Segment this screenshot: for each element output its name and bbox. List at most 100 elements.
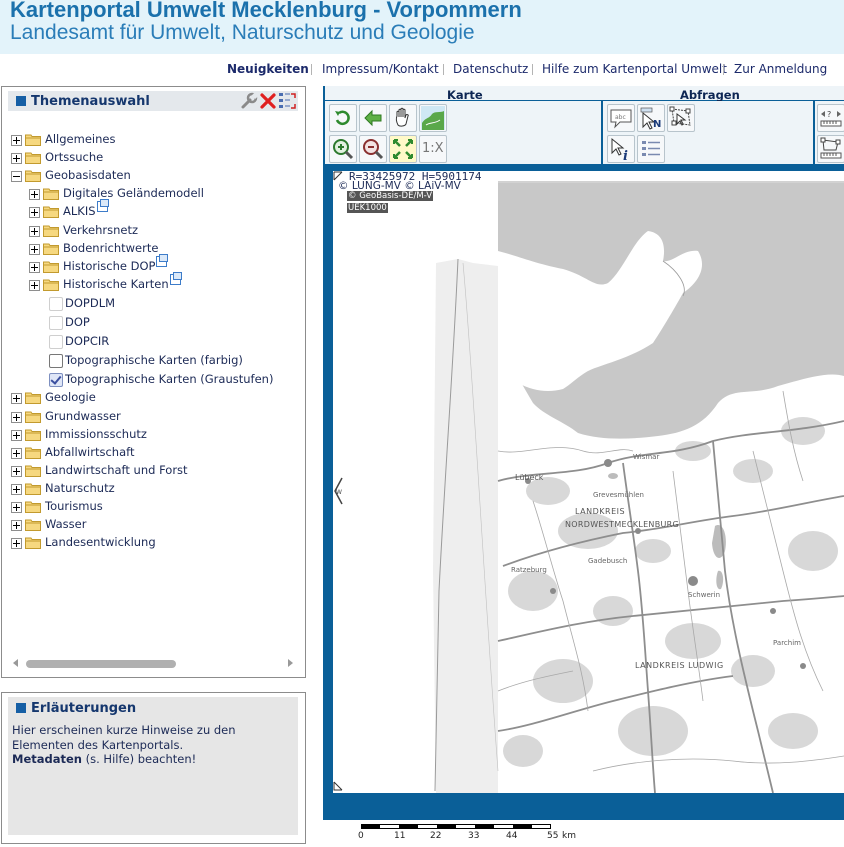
expand-icon[interactable]	[11, 520, 22, 532]
expand-icon[interactable]	[11, 502, 22, 513]
polygon-query-button[interactable]	[667, 104, 695, 132]
text-query-button[interactable]: abc	[607, 104, 635, 132]
nav-link-hilfe[interactable]: Hilfe zum Kartenportal Umwelt	[542, 62, 727, 76]
close-icon[interactable]	[259, 92, 277, 110]
full-extent-button[interactable]	[389, 135, 417, 163]
nav-link-impressum[interactable]: Impressum/Kontakt	[322, 62, 439, 76]
tree-item-label: Wasser	[45, 517, 87, 532]
zoom-in-button[interactable]	[329, 135, 357, 163]
tree-folder-item[interactable]: Geologie	[2, 389, 302, 407]
collapse-icon[interactable]	[11, 171, 22, 183]
tree-folder-item[interactable]: Landwirtschaft und Forst	[2, 462, 302, 480]
metadata-note: (s. Hilfe) beachten!	[81, 752, 197, 766]
tree-folder-item[interactable]: Immissionsschutz	[2, 426, 302, 444]
tree-folder-item[interactable]: Digitales Geländemodell	[2, 185, 302, 203]
tree-folder-item[interactable]: Wasser	[2, 516, 302, 534]
pan-button[interactable]	[389, 104, 417, 132]
panel-marker-icon	[16, 703, 26, 713]
layer-checkbox[interactable]	[49, 354, 63, 369]
wrench-icon[interactable]	[240, 92, 258, 110]
resize-corner-icon[interactable]	[333, 781, 343, 791]
expand-icon[interactable]	[29, 225, 40, 237]
expand-icon[interactable]	[11, 411, 22, 423]
expand-icon[interactable]	[29, 189, 40, 201]
scale-tick: 55	[547, 831, 559, 841]
identify-button[interactable]: i	[607, 135, 635, 164]
folder-icon	[25, 447, 41, 459]
tree-folder-item[interactable]: Allgemeines	[2, 131, 302, 149]
map-canvas[interactable]: W Lübeck LANDKREIS NORDWESTMECKLENBURG L…	[333, 171, 844, 793]
page-subtitle: Landesamt für Umwelt, Naturschutz und Ge…	[10, 21, 475, 44]
external-link-icon[interactable]	[169, 271, 182, 285]
map-label: Parchim	[773, 639, 801, 647]
tree-folder-item[interactable]: Grundwasser	[2, 408, 302, 426]
folder-icon	[25, 465, 41, 477]
map-label: Wismar	[633, 453, 660, 461]
expand-icon[interactable]	[29, 279, 40, 291]
tree-folder-item[interactable]: ALKIS	[2, 199, 302, 221]
tree-item-label: Geologie	[45, 390, 96, 405]
horizontal-scrollbar[interactable]	[10, 657, 298, 671]
layer-checkbox[interactable]	[49, 373, 63, 388]
refresh-map-button[interactable]	[329, 104, 357, 132]
tree-folder-item[interactable]: Abfallwirtschaft	[2, 444, 302, 462]
zoom-out-button[interactable]	[359, 135, 387, 163]
expand-icon[interactable]	[11, 447, 22, 459]
tree-folder-item[interactable]: Ortssuche	[2, 149, 302, 167]
expand-icon[interactable]	[29, 243, 40, 255]
svg-text:i: i	[623, 149, 628, 162]
tree-folder-item[interactable]: Tourismus	[2, 498, 302, 516]
expand-icon[interactable]	[11, 465, 22, 477]
scroll-right-icon[interactable]	[288, 659, 293, 667]
tree-layer-item[interactable]: DOP	[2, 314, 302, 332]
map-label: Grevesmühlen	[593, 491, 644, 499]
expand-icon[interactable]	[11, 153, 22, 165]
tree-folder-item[interactable]: Landesentwicklung	[2, 534, 302, 552]
expand-icon[interactable]	[29, 207, 40, 219]
scrollbar-thumb[interactable]	[26, 660, 176, 668]
map-label: Gadebusch	[588, 557, 628, 565]
scale-input-button[interactable]: 1:X	[419, 135, 447, 163]
nav-link-neuigkeiten[interactable]: Neuigkeiten	[227, 62, 309, 76]
map-image	[433, 181, 844, 793]
expand-icon[interactable]	[11, 393, 22, 405]
info-query-button[interactable]: N	[637, 104, 665, 132]
measure-button[interactable]: ?	[817, 104, 844, 132]
expand-icon[interactable]	[11, 538, 22, 550]
tree-layer-item[interactable]: DOPCIR	[2, 333, 302, 351]
toolbar-header-strip	[325, 86, 844, 100]
tree-item-label: Bodenrichtwerte	[63, 240, 159, 255]
tree-folder-item[interactable]: Bodenrichtwerte	[2, 240, 302, 258]
expand-icon[interactable]	[11, 483, 22, 495]
tree-folder-item[interactable]: Historische DOP	[2, 253, 302, 276]
external-link-icon[interactable]	[156, 253, 169, 267]
expand-icon[interactable]	[278, 92, 296, 110]
pan-left-arrow-icon[interactable]: W	[333, 476, 345, 506]
expand-icon[interactable]	[29, 261, 40, 273]
area-measure-button[interactable]	[817, 135, 844, 163]
overview-map-button[interactable]	[419, 104, 447, 132]
full-extent-icon	[393, 139, 413, 159]
expand-icon[interactable]	[11, 429, 22, 441]
back-button[interactable]	[359, 104, 387, 132]
tree-folder-item[interactable]: Naturschutz	[2, 480, 302, 498]
tree-layer-item[interactable]: Topographische Karten (farbig)	[2, 352, 302, 370]
nav-link-datenschutz[interactable]: Datenschutz	[453, 62, 528, 76]
map-label: NORDWESTMECKLENBURG	[565, 520, 680, 529]
list-query-button[interactable]	[637, 135, 665, 163]
expand-icon[interactable]	[11, 135, 22, 146]
tree-folder-item[interactable]: Geobasisdaten	[2, 167, 302, 185]
tree-layer-item[interactable]: Topographische Karten (Graustufen)	[2, 371, 302, 389]
zoom-in-icon	[333, 139, 354, 160]
tree-folder-item[interactable]: Historische Karten	[2, 271, 302, 294]
folder-icon	[25, 411, 41, 423]
scroll-left-icon[interactable]	[13, 659, 18, 667]
explanation-panel: Erläuterungen Hier erscheinen kurze Hinw…	[1, 692, 306, 844]
map-label: LANDKREIS	[575, 507, 626, 516]
tree-folder-item[interactable]: Verkehrsnetz	[2, 222, 302, 240]
tree-layer-item[interactable]: DOPDLM	[2, 295, 302, 313]
external-link-icon[interactable]	[96, 199, 109, 213]
folder-icon	[25, 170, 41, 183]
nav-link-anmeldung[interactable]: Zur Anmeldung	[734, 62, 827, 76]
explanation-title: Erläuterungen	[31, 701, 137, 716]
